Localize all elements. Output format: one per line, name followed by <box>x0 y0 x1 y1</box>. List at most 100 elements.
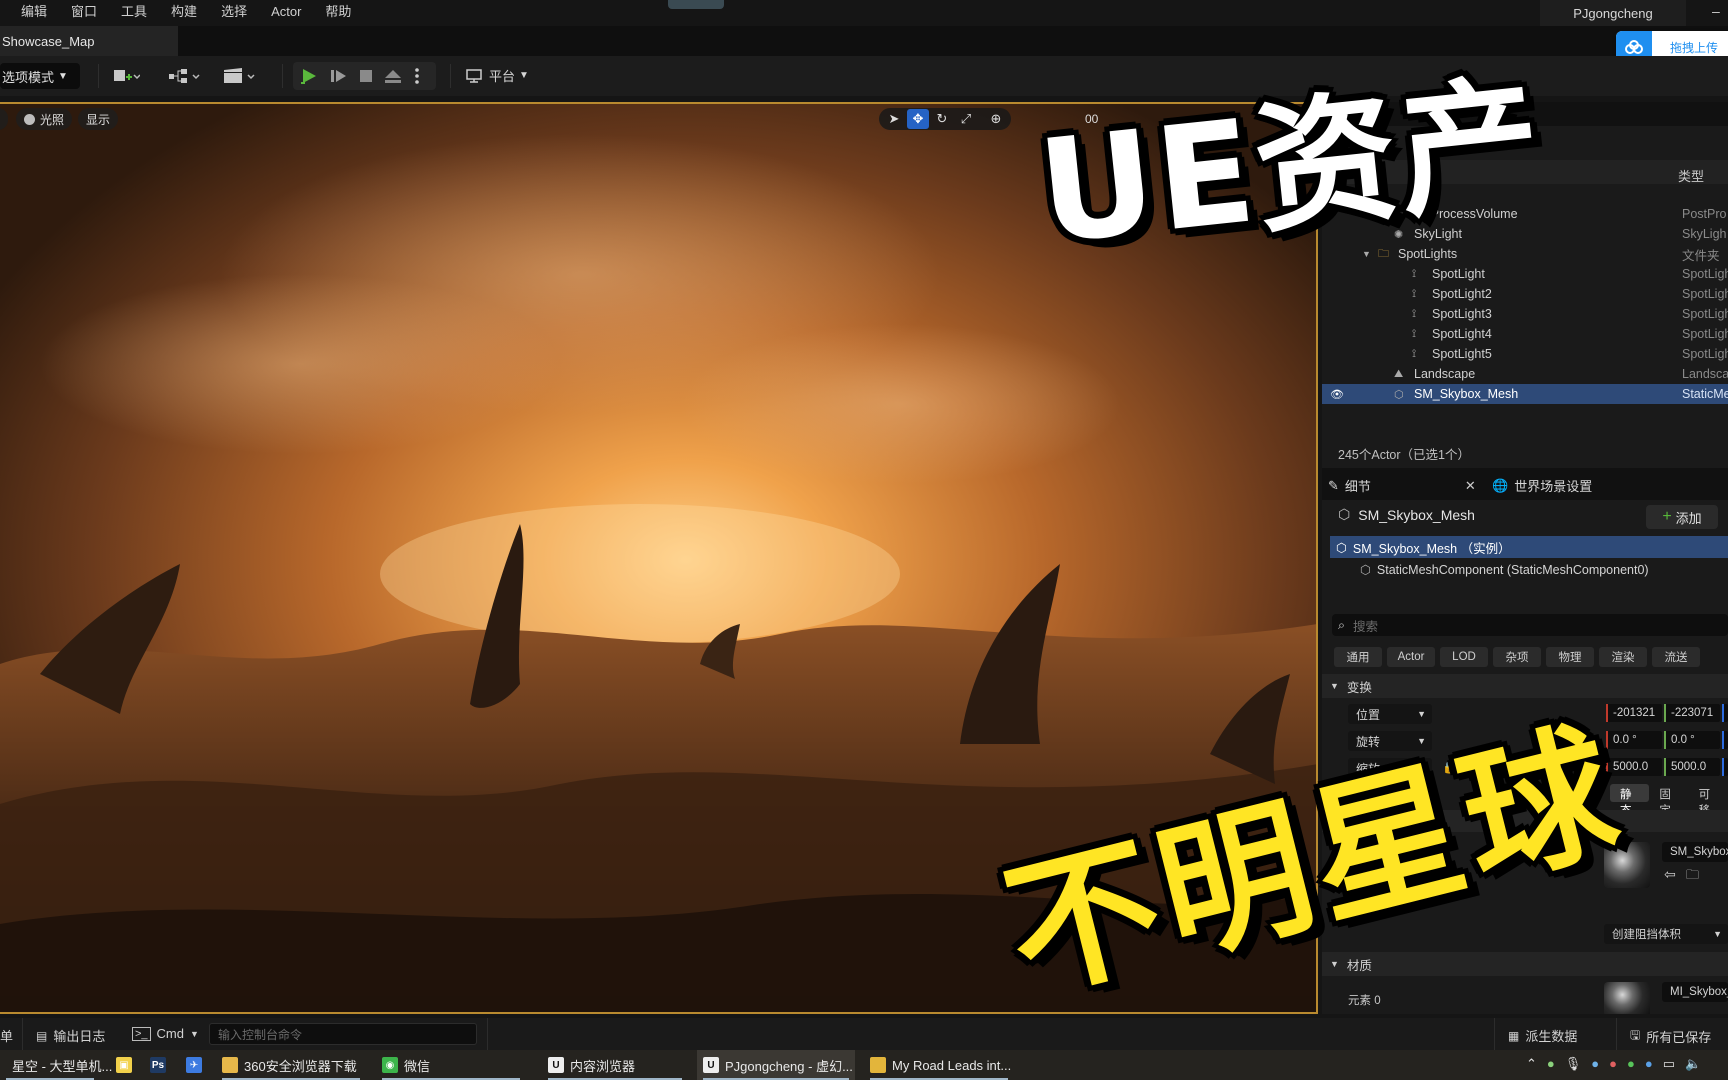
rotation-y-field[interactable]: 0.0 ° <box>1664 731 1720 749</box>
filter-button[interactable]: 流送 <box>1652 647 1700 667</box>
mobility-stationary[interactable]: 固定 <box>1649 784 1688 817</box>
menu-select[interactable]: 选择 <box>209 0 259 24</box>
save-status-button[interactable]: 🖫 所有已保存 <box>1630 1026 1711 1047</box>
cinematics-icon[interactable] <box>222 66 260 86</box>
spotlight-icon: ⟟ <box>1412 347 1417 360</box>
component-root[interactable]: ⬡ SM_Skybox_Mesh （实例） <box>1330 536 1728 558</box>
menu-edit[interactable]: 编辑 <box>0 0 59 24</box>
menu-window[interactable]: 窗口 <box>59 0 109 24</box>
material-thumbnail[interactable] <box>1604 982 1650 1014</box>
microphone-icon[interactable]: 🎙 <box>1565 1056 1582 1072</box>
location-z-field[interactable] <box>1722 704 1728 722</box>
close-icon[interactable]: ✕ <box>1465 478 1476 494</box>
step-icon[interactable] <box>329 66 349 86</box>
outliner-row[interactable]: 👁 ⬡ SM_Skybox_Mesh StaticMe <box>1322 384 1728 404</box>
tray-app-icon[interactable]: ● <box>1547 1056 1555 1072</box>
stop-icon[interactable] <box>357 66 375 86</box>
find-in-browser-icon[interactable]: 🗀 <box>1686 866 1699 888</box>
filter-button[interactable]: 物理 <box>1546 647 1594 667</box>
volume-icon[interactable]: 🔈 <box>1685 1056 1701 1072</box>
toolbar-divider <box>282 64 283 88</box>
static-mesh-asset[interactable]: SM_Skybox <box>1662 842 1728 862</box>
visibility-icon[interactable]: 👁 <box>1330 388 1344 401</box>
scale-z-field[interactable] <box>1722 758 1728 776</box>
tab-details[interactable]: ✎ 细节 ✕ <box>1328 476 1476 495</box>
toolbar-divider <box>98 64 99 88</box>
spotlight-icon: ⟟ <box>1412 267 1417 280</box>
taskbar-item[interactable]: ▣ <box>110 1050 138 1080</box>
menu-build[interactable]: 构建 <box>159 0 209 24</box>
chevron-up-icon[interactable]: ⌃ <box>1526 1056 1537 1072</box>
wechat-icon[interactable]: ● <box>1627 1056 1635 1072</box>
mode-select[interactable]: 选项模式 ▼ <box>0 63 80 89</box>
platform-menu[interactable]: 平台 ▼ <box>465 66 529 85</box>
outliner-row[interactable]: ⟟ SpotLight4 SpotLigh <box>1322 324 1728 344</box>
tray-app-icon[interactable]: ● <box>1591 1056 1599 1072</box>
rotation-x-field[interactable]: 0.0 ° <box>1606 731 1662 749</box>
more-options-icon[interactable] <box>413 66 421 86</box>
show-button[interactable]: 显示 <box>78 108 119 130</box>
scale-x-field[interactable]: 5000.0 <box>1606 758 1662 776</box>
move-icon[interactable]: ✥ <box>907 109 929 129</box>
outliner-row[interactable]: ⛰ Landscape Landsca <box>1322 364 1728 384</box>
taskbar-item[interactable]: Ps <box>144 1050 172 1080</box>
console-input[interactable]: 输入控制台命令 <box>209 1023 477 1045</box>
user-badge[interactable]: PJgongcheng <box>1540 0 1686 26</box>
drag-handle[interactable] <box>668 0 724 9</box>
lighting-button[interactable]: 光照 <box>16 108 73 130</box>
scale-y-field[interactable]: 5000.0 <box>1664 758 1720 776</box>
filter-button[interactable]: 渲染 <box>1599 647 1647 667</box>
taskbar-item[interactable]: U 内容浏览器 <box>542 1050 688 1080</box>
taskbar-item[interactable]: 360安全浏览器下载 <box>216 1050 366 1080</box>
eject-icon[interactable] <box>383 66 403 86</box>
location-y-field[interactable]: -223071 <box>1664 704 1720 722</box>
filter-button[interactable]: 杂项 <box>1493 647 1541 667</box>
chevron-down-icon[interactable]: ▼ <box>1362 249 1371 259</box>
outliner-row[interactable]: ⟟ SpotLight2 SpotLigh <box>1322 284 1728 304</box>
select-icon[interactable]: ➤ <box>883 109 905 129</box>
rotate-icon[interactable]: ↻ <box>931 109 953 129</box>
taskbar-item[interactable]: 星空 - 大型单机... <box>0 1050 112 1080</box>
browse-icon[interactable]: ⇦ <box>1664 866 1676 883</box>
cmd-select[interactable]: >_ Cmd ▼ <box>132 1026 199 1041</box>
outliner-row[interactable]: ⟟ SpotLight5 SpotLigh <box>1322 344 1728 364</box>
collision-select[interactable]: 创建阻挡体积 ▼ <box>1604 924 1728 944</box>
taskbar-item[interactable]: ◉ 微信 <box>376 1050 526 1080</box>
material-asset[interactable]: MI_Skybox_ <box>1662 982 1728 1002</box>
network-icon[interactable]: ▭ <box>1663 1056 1675 1072</box>
filter-button[interactable]: Actor <box>1387 647 1435 667</box>
details-search-input[interactable]: ⌕ 搜索 <box>1332 614 1728 636</box>
minimize-icon[interactable]: – <box>1712 3 1720 19</box>
tab-world-settings[interactable]: 🌐 世界场景设置 <box>1492 476 1592 495</box>
blueprint-icon[interactable] <box>167 66 205 86</box>
tray-app-icon[interactable]: ● <box>1609 1056 1617 1072</box>
filter-button[interactable]: LOD <box>1440 647 1488 667</box>
menu-tools[interactable]: 工具 <box>109 0 159 24</box>
map-tab[interactable]: Showcase_Map <box>0 26 178 56</box>
derived-data-button[interactable]: ▦ 派生数据 <box>1508 1026 1577 1045</box>
menu-help[interactable]: 帮助 <box>313 0 363 24</box>
play-icon[interactable] <box>299 66 319 86</box>
location-x-field[interactable]: -201321 <box>1606 704 1662 722</box>
taskbar-item[interactable]: My Road Leads int... <box>864 1050 1014 1080</box>
filter-button[interactable]: 通用 <box>1334 647 1382 667</box>
content-drawer-tail[interactable]: 单 <box>0 1026 13 1045</box>
add-component-button[interactable]: + 添加 <box>1646 505 1718 529</box>
taskbar-item[interactable]: ✈ <box>180 1050 208 1080</box>
column-type-header[interactable]: 类型 <box>1678 166 1704 185</box>
component-child[interactable]: ⬡ StaticMeshComponent (StaticMeshCompone… <box>1360 562 1649 578</box>
mobility-movable[interactable]: 可移 <box>1689 784 1728 817</box>
landscape-icon: ⛰ <box>1394 367 1404 380</box>
scale-icon[interactable]: ⤢ <box>955 109 977 129</box>
outliner-row[interactable]: ⟟ SpotLight3 SpotLigh <box>1322 304 1728 324</box>
rotation-z-field[interactable] <box>1722 731 1728 749</box>
taskbar-item[interactable]: U PJgongcheng - 虚幻... <box>697 1050 855 1080</box>
globe-icon[interactable]: ⊕ <box>985 109 1007 129</box>
menu-actor[interactable]: Actor <box>259 0 313 24</box>
add-actor-icon[interactable] <box>112 66 140 86</box>
outliner-row[interactable]: ⟟ SpotLight SpotLigh <box>1322 264 1728 284</box>
materials-label: 材质 <box>1346 958 1372 973</box>
materials-section[interactable]: ▼ 材质 <box>1322 952 1728 976</box>
output-log-button[interactable]: ▤ 输出日志 <box>36 1026 105 1045</box>
tray-app-icon[interactable]: ● <box>1645 1056 1653 1072</box>
